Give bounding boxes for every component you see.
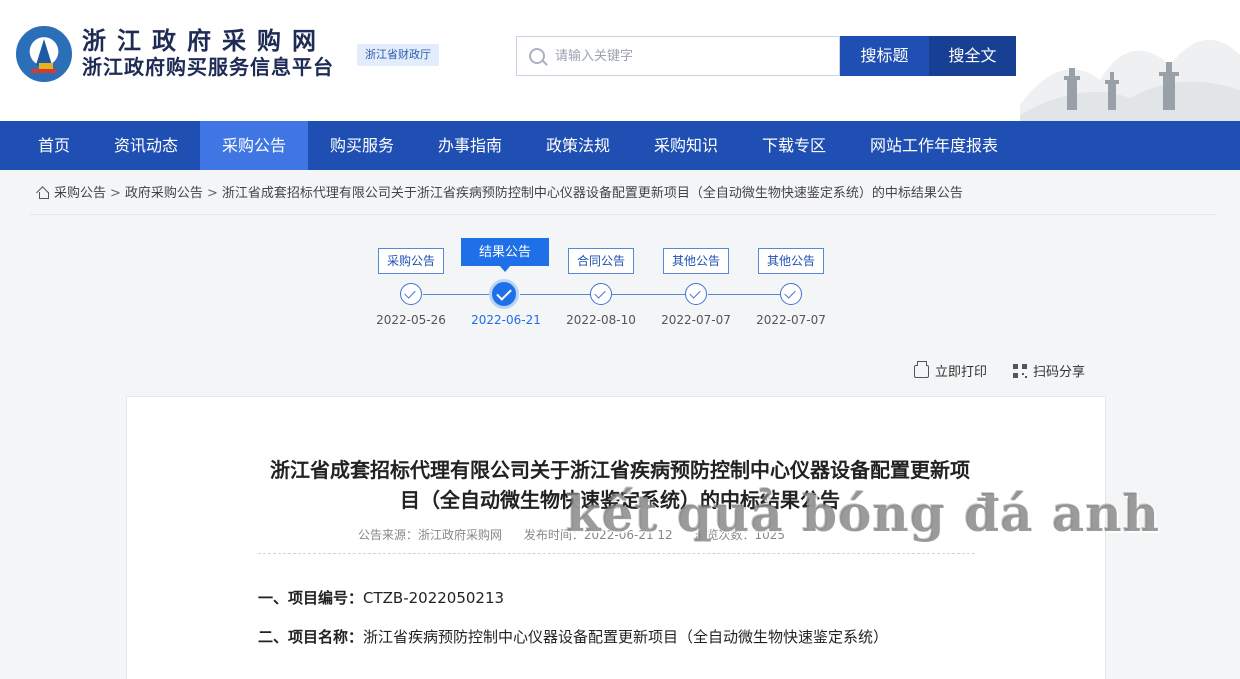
nav-item-home[interactable]: 首页 (18, 121, 90, 170)
main-nav: 首页 资讯动态 采购公告 购买服务 办事指南 政策法规 采购知识 下载专区 网站… (0, 121, 1240, 170)
site-logo-icon[interactable] (16, 26, 72, 82)
watermark-text: kết quả bóng đá anh (566, 484, 1160, 543)
dept-badge: 浙江省财政厅 (357, 44, 439, 66)
breadcrumb: 采购公告 > 政府采购公告 > 浙江省成套招标代理有限公司关于浙江省疾病预防控制中心仪器… (36, 184, 963, 204)
timeline-tab-other-1[interactable]: 其他公告 (663, 248, 729, 274)
timeline-tab-other-2[interactable]: 其他公告 (758, 248, 824, 274)
qr-code-icon (1013, 364, 1027, 378)
home-icon[interactable] (36, 186, 50, 199)
check-circle-icon[interactable] (780, 283, 802, 305)
search-title-button[interactable]: 搜标题 (840, 36, 929, 76)
nav-item-procurement-notice[interactable]: 采购公告 (200, 121, 308, 170)
check-circle-icon[interactable] (590, 283, 612, 305)
timeline-date: 2022-07-07 (756, 313, 826, 327)
nav-item-guide[interactable]: 办事指南 (424, 121, 516, 170)
timeline-date: 2022-08-10 (566, 313, 636, 327)
nav-item-knowledge[interactable]: 采购知识 (640, 121, 732, 170)
nav-item-annual-report[interactable]: 网站工作年度报表 (860, 121, 1008, 170)
share-label: 扫码分享 (1033, 365, 1086, 380)
field-label: 一、项目编号： (258, 589, 364, 607)
search-box[interactable] (516, 36, 840, 76)
breadcrumb-item[interactable]: 采购公告 (54, 186, 106, 201)
check-circle-active-icon[interactable] (489, 279, 519, 309)
pagoda-landscape-icon (1020, 39, 1240, 121)
printer-icon (914, 361, 929, 378)
breadcrumb-current: 浙江省成套招标代理有限公司关于浙江省疾病预防控制中心仪器设备配置更新项目（全自动… (221, 186, 963, 201)
timeline-tab-procurement[interactable]: 采购公告 (378, 248, 444, 274)
breadcrumb-separator: > (110, 186, 121, 201)
timeline-tab-result[interactable]: 结果公告 (461, 238, 549, 272)
project-name-field: 二、项目名称：浙江省疾病预防控制中心仪器设备配置更新项目（全自动微生物快速鉴定系… (258, 624, 978, 650)
timeline-date: 2022-05-26 (376, 313, 446, 327)
breadcrumb-divider (30, 214, 1217, 215)
timeline-connector (423, 294, 490, 295)
timeline-tab-contract[interactable]: 合同公告 (568, 248, 634, 274)
breadcrumb-item[interactable]: 政府采购公告 (125, 186, 203, 201)
print-button[interactable]: 立即打印 (914, 361, 988, 382)
site-header: 浙江政府采购网 浙江政府购买服务信息平台 浙江省财政厅 搜标题 搜全文 (0, 0, 1240, 121)
share-button[interactable]: 扫码分享 (1013, 364, 1085, 382)
check-circle-icon[interactable] (400, 283, 422, 305)
meta-divider (258, 553, 975, 554)
search-fulltext-button[interactable]: 搜全文 (929, 36, 1016, 76)
nav-item-downloads[interactable]: 下载专区 (748, 121, 840, 170)
timeline-date-active: 2022-06-21 (471, 313, 541, 327)
project-number-field: 一、项目编号：CTZB-2022050213 (258, 585, 978, 611)
breadcrumb-separator: > (206, 186, 218, 201)
meta-source: 公告来源：浙江政府采购网 (358, 528, 503, 542)
timeline-connector (520, 294, 590, 295)
field-value: 浙江省疾病预防控制中心仪器设备配置更新项目（全自动微生物快速鉴定系统） (363, 628, 889, 646)
timeline-connector (612, 294, 685, 295)
nav-item-purchase-service[interactable]: 购买服务 (316, 121, 408, 170)
nav-item-news[interactable]: 资讯动态 (100, 121, 192, 170)
check-circle-icon[interactable] (685, 283, 707, 305)
nav-item-policy[interactable]: 政策法规 (532, 121, 624, 170)
timeline-connector (708, 294, 780, 295)
field-value: CTZB-2022050213 (363, 589, 505, 607)
print-label: 立即打印 (935, 365, 988, 380)
search-icon (529, 48, 545, 64)
site-subtitle: 浙江政府购买服务信息平台 (82, 55, 334, 79)
field-label: 二、项目名称： (258, 628, 364, 646)
search-input[interactable] (555, 37, 835, 75)
timeline-date: 2022-07-07 (661, 313, 731, 327)
site-title[interactable]: 浙江政府采购网 (82, 27, 327, 55)
